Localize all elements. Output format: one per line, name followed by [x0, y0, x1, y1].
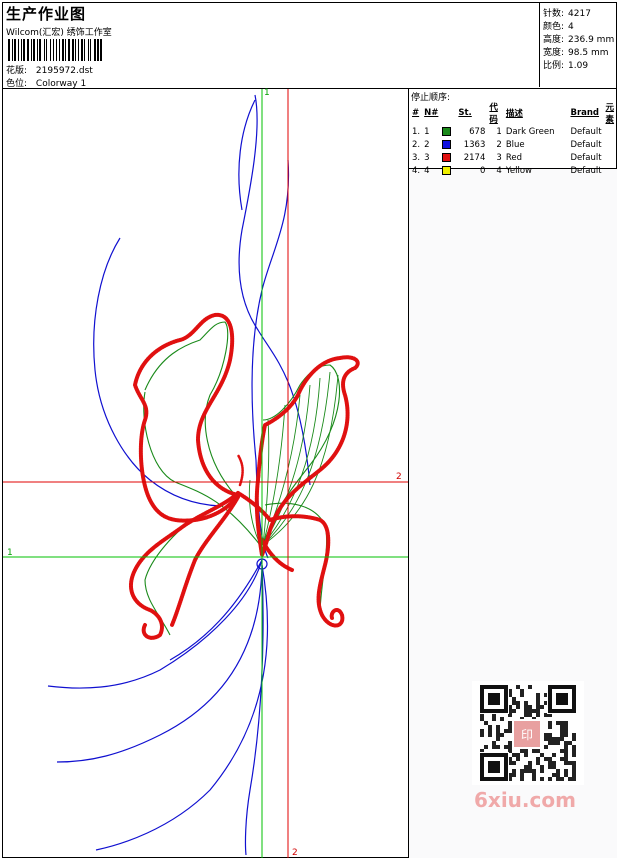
stop-sequence-table: # N# St. 代码 描述 Brand 元素 1. 1 678 1 Dark …	[410, 101, 620, 177]
row-description: Dark Green	[505, 126, 555, 137]
row-needle: 1	[424, 126, 430, 137]
row-needle: 4	[424, 165, 430, 176]
design-value: 2195972.dst	[35, 66, 93, 76]
col-header: St.	[458, 108, 472, 118]
design-width-label: 宽度:	[543, 48, 565, 58]
row-description: Yellow	[505, 165, 533, 176]
color-swatch	[442, 152, 452, 162]
design-width: 宽度: 98.5 mm	[543, 45, 608, 58]
header-info: 生产作业图 Wilcom(汇宏) 绣饰工作室 花版: 2195972.dst 色…	[4, 3, 538, 89]
studio-name: Wilcom(汇宏) 绣饰工作室	[6, 28, 112, 38]
row-brand: Default	[570, 152, 602, 163]
col-header: Brand	[570, 108, 600, 118]
design-height-label: 高度:	[543, 35, 565, 45]
page-title: 生产作业图	[6, 5, 87, 23]
design-scale: 比例: 1.09	[543, 58, 588, 71]
row-code: 4	[496, 165, 502, 176]
design-line: 花版: 2195972.dst	[6, 63, 93, 76]
row-index: 2.	[412, 139, 421, 150]
stitch-count-label: 针数:	[543, 9, 565, 19]
row-code: 1	[496, 126, 502, 137]
table-header-row: # N# St. 代码 描述 Brand 元素	[410, 101, 620, 125]
design-canvas	[3, 89, 408, 858]
row-element	[604, 151, 620, 164]
row-stitches: 0	[479, 165, 486, 176]
row-index: 1.	[412, 126, 421, 137]
axis-label-green-top: 1	[264, 88, 270, 98]
qr-seal-text: 印	[521, 728, 533, 742]
col-header: 描述	[505, 109, 523, 119]
color-swatch	[442, 126, 452, 136]
row-stitches: 678	[469, 126, 486, 137]
table-row: 4. 4 0 4 Yellow Default	[410, 164, 620, 177]
row-stitches-cell: 0	[440, 164, 487, 177]
row-index: 4.	[412, 165, 421, 176]
table-row: 2. 2 1363 2 Blue Default	[410, 138, 620, 151]
row-element	[604, 138, 620, 151]
row-brand: Default	[570, 126, 602, 137]
row-brand: Default	[570, 165, 602, 176]
row-stitches-cell: 2174	[440, 151, 487, 164]
row-index: 3.	[412, 152, 421, 163]
axis-label-green-left: 1	[7, 548, 13, 558]
blue-stitches	[47, 94, 311, 856]
design-height-value: 236.9 mm	[568, 35, 615, 45]
row-description: Red	[505, 152, 522, 163]
row-stitches-cell: 1363	[440, 138, 487, 151]
color-swatch	[442, 139, 452, 149]
design-label: 花版:	[6, 66, 28, 76]
col-header: 元素	[605, 103, 615, 125]
row-stitches: 1363	[463, 139, 486, 150]
color-count-value: 4	[568, 22, 574, 32]
col-header: 代码	[489, 103, 498, 125]
table-row: 1. 1 678 1 Dark Green Default	[410, 125, 620, 138]
design-height: 高度: 236.9 mm	[543, 32, 614, 45]
color-count: 颜色: 4	[543, 19, 574, 32]
design-scale-label: 比例:	[543, 61, 565, 71]
qr-code: 印	[472, 681, 584, 785]
col-header: N#	[424, 108, 439, 118]
row-element	[604, 164, 620, 177]
barcode	[8, 39, 144, 61]
stitch-count: 针数: 4217	[543, 6, 591, 19]
row-stitches: 2174	[463, 152, 486, 163]
axis-label-red-bottom: 2	[292, 848, 298, 858]
design-width-value: 98.5 mm	[568, 48, 609, 58]
row-code: 2	[496, 139, 502, 150]
table-row: 3. 3 2174 3 Red Default	[410, 151, 620, 164]
row-brand: Default	[570, 139, 602, 150]
design-scale-value: 1.09	[568, 61, 589, 71]
stats-panel: 针数: 4217 颜色: 4 高度: 236.9 mm 宽度: 98.5 mm 比例: 1…	[539, 3, 616, 87]
row-needle: 2	[424, 139, 430, 150]
row-description: Blue	[505, 139, 525, 150]
color-count-label: 颜色:	[543, 22, 565, 32]
watermark-logo: 6xiu.com	[474, 788, 576, 812]
stitch-count-value: 4217	[568, 9, 591, 19]
col-header: #	[412, 108, 420, 118]
row-code: 3	[496, 152, 502, 163]
color-swatch	[442, 165, 452, 175]
row-needle: 3	[424, 152, 430, 163]
row-stitches-cell: 678	[440, 125, 487, 138]
row-element	[604, 125, 620, 138]
axis-label-red-right: 2	[396, 472, 402, 482]
